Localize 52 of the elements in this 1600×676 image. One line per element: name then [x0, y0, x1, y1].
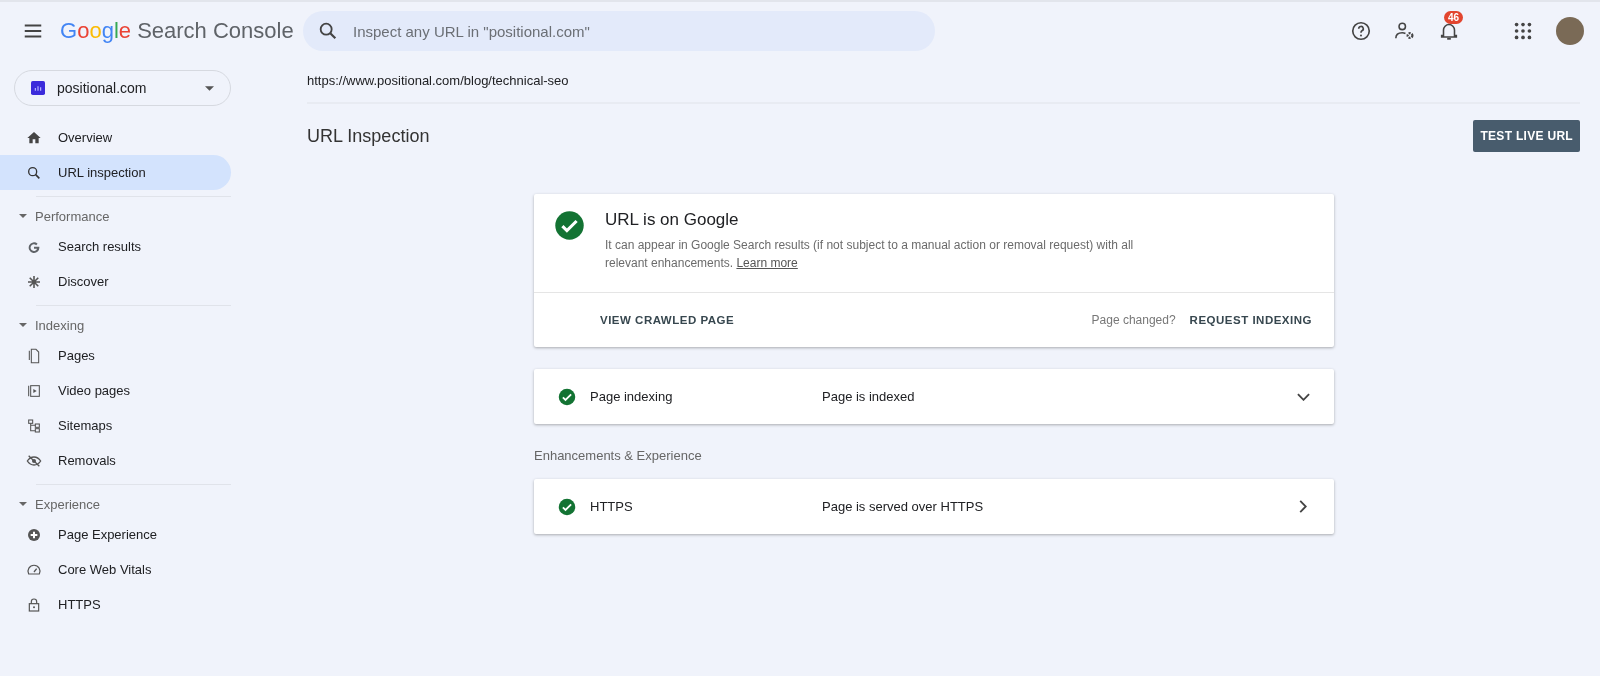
- sitemap-icon: [26, 417, 42, 434]
- user-settings-icon[interactable]: [1394, 20, 1416, 42]
- nav-item[interactable]: Page Experience: [0, 517, 231, 552]
- caret-icon: [19, 323, 27, 327]
- chart-icon: [31, 81, 45, 95]
- check-circle-icon: [558, 497, 576, 516]
- caret-icon: [19, 502, 27, 506]
- page-changed-label: Page changed?: [1091, 313, 1176, 327]
- section-heading: Enhancements & Experience: [534, 448, 703, 463]
- apps-grid-icon[interactable]: [1512, 20, 1534, 42]
- nav-item[interactable]: Core Web Vitals: [0, 552, 231, 587]
- nav-item[interactable]: URL inspection: [0, 155, 231, 190]
- section-header[interactable]: Experience: [0, 491, 245, 517]
- learn-more-link[interactable]: Learn more: [736, 256, 798, 270]
- status-description: It can appear in Google Search results (if not subject to a manual action or removal request) with all relevant enhancements. Learn more: [605, 237, 1135, 272]
- result-row[interactable]: Page indexing Page is indexed: [534, 369, 1334, 424]
- search-icon: [317, 20, 339, 42]
- nav-item[interactable]: Discover: [0, 264, 231, 299]
- caret-icon: [19, 214, 27, 218]
- dropdown-caret-icon: [205, 85, 214, 91]
- avatar[interactable]: [1556, 17, 1584, 45]
- nav-item[interactable]: Sitemaps: [0, 408, 231, 443]
- nav-item[interactable]: Pages: [0, 338, 231, 373]
- check-circle-icon: [554, 210, 585, 241]
- search-field[interactable]: Inspect any URL in "positional.com": [303, 11, 935, 51]
- section-header[interactable]: Indexing: [0, 312, 245, 338]
- check-circle-icon: [558, 387, 576, 406]
- nav-item[interactable]: Removals: [0, 443, 231, 478]
- result-row[interactable]: HTTPS Page is served over HTTPS: [534, 479, 1334, 534]
- nav-item[interactable]: HTTPS: [0, 587, 231, 622]
- nav-item[interactable]: Video pages: [0, 373, 231, 408]
- status-title: URL is on Google: [605, 210, 740, 230]
- product-logo[interactable]: Google Search Console: [60, 18, 294, 44]
- video-pages-icon: [26, 382, 42, 399]
- plus-circle-icon: [26, 526, 42, 543]
- nav-item[interactable]: Overview: [0, 120, 231, 155]
- section-header[interactable]: Performance: [0, 203, 245, 229]
- search-icon: [26, 164, 42, 181]
- view-crawled-page-button[interactable]: VIEW CRAWLED PAGE: [600, 314, 735, 326]
- inspected-url: https://www.positional.com/blog/technical-seo: [307, 72, 569, 88]
- chevron-right-icon: [1299, 500, 1307, 513]
- asterisk-icon: [26, 273, 42, 290]
- chevron-icon: [1297, 392, 1310, 401]
- request-indexing-button[interactable]: REQUEST INDEXING: [1189, 314, 1312, 326]
- pages-icon: [26, 347, 42, 364]
- notification-count: 46: [1444, 11, 1464, 24]
- home-icon: [26, 129, 42, 146]
- page-title: URL Inspection: [307, 125, 430, 147]
- nav-item[interactable]: Search results: [0, 229, 231, 264]
- help-icon[interactable]: [1350, 20, 1372, 42]
- lock-icon: [26, 596, 42, 613]
- test-live-url-button[interactable]: TEST LIVE URL: [1473, 120, 1580, 152]
